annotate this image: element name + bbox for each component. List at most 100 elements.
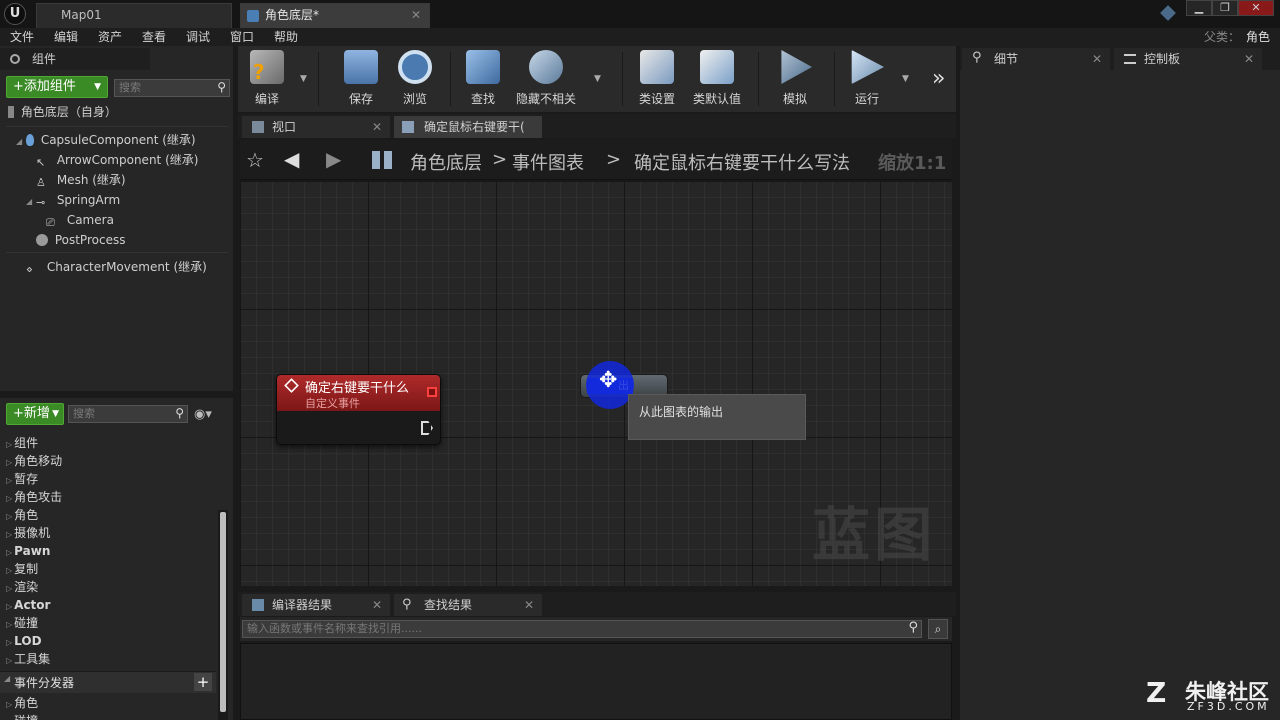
exec-output-pin-icon[interactable] (421, 421, 433, 435)
play-options-chevron-icon[interactable]: ▼ (902, 74, 909, 84)
menu-view[interactable]: 查看 (142, 28, 166, 46)
menu-asset[interactable]: 资产 (98, 28, 122, 46)
components-search-input[interactable]: 搜索 ⚲ (114, 79, 230, 97)
save-button[interactable]: 保存 (334, 50, 388, 110)
hide-unrelated-button[interactable]: 隐藏不相关 (514, 50, 578, 110)
category-item[interactable]: ▷ 角色 (6, 506, 38, 524)
category-item[interactable]: ▷ 复制 (6, 560, 38, 578)
add-new-button[interactable]: +新增 ▼ (6, 403, 64, 425)
tree-item-springarm[interactable]: ◢ ⊸ SpringArm (26, 190, 120, 210)
menu-debug[interactable]: 调试 (186, 28, 210, 46)
breadcrumb-separator: > (606, 149, 622, 170)
menu-window[interactable]: 窗口 (230, 28, 254, 46)
tab-map01[interactable]: Map01 (36, 3, 232, 28)
expand-arrow-icon: ▷ (6, 512, 13, 521)
notification-icon[interactable] (1160, 5, 1176, 21)
expand-arrow-icon: ▷ (6, 440, 13, 449)
category-item[interactable]: ▷ 角色攻击 (6, 488, 62, 506)
tree-item-capsule[interactable]: ◢ CapsuleComponent (继承) (16, 130, 196, 150)
menu-file[interactable]: 文件 (10, 28, 34, 46)
graph-canvas[interactable]: 蓝图 确定右键要干什么 自定义事件 出 ✥ 从此图表的输出 (240, 181, 952, 586)
hide-unrelated-chevron-icon[interactable]: ▼ (594, 74, 601, 84)
compile-button[interactable]: ? 编译 (240, 50, 294, 110)
class-defaults-icon (700, 50, 734, 84)
play-button[interactable]: 运行 (840, 50, 894, 110)
tree-item-charmovement[interactable]: ⋄ CharacterMovement (继承) (26, 257, 207, 277)
find-in-all-blueprints-binoculars-icon[interactable]: ⌕ (928, 619, 948, 639)
close-icon[interactable]: ✕ (411, 4, 421, 27)
category-item[interactable]: ▷ 角色移动 (6, 452, 62, 470)
component-root[interactable]: 角色底层（自身） (8, 102, 117, 122)
simulate-button[interactable]: 模拟 (768, 50, 822, 110)
breadcrumb-blueprint[interactable]: 角色底层 (410, 149, 482, 175)
find-results-icon: ⚲ (402, 597, 412, 612)
close-icon[interactable]: ✕ (1092, 48, 1102, 70)
add-dispatcher-plus-icon[interactable]: + (194, 673, 212, 691)
minimize-button[interactable]: ▁ (1186, 0, 1212, 16)
category-item[interactable]: ▷ LOD (6, 632, 42, 650)
category-item[interactable]: ▷ Actor (6, 596, 50, 614)
category-item[interactable]: ▷ 暂存 (6, 470, 38, 488)
compile-options-chevron-icon[interactable]: ▼ (300, 74, 307, 84)
tree-item-arrow[interactable]: ↖ ArrowComponent (继承) (36, 150, 198, 170)
dispatcher-item[interactable]: ▷碰撞 (6, 712, 38, 720)
maximize-button[interactable]: ❐ (1212, 0, 1238, 16)
breadcrumb-event-graph[interactable]: 事件图表 (512, 149, 584, 175)
components-tab[interactable]: 组件 (0, 48, 150, 70)
category-item[interactable]: ▷ 渲染 (6, 578, 38, 596)
visibility-eye-icon[interactable]: ◉▾ (194, 407, 212, 422)
scrollbar-thumb[interactable] (220, 512, 226, 712)
category-item[interactable]: ▷ 碰撞 (6, 614, 38, 632)
toolbar-divider (622, 52, 623, 106)
expand-arrow-icon: ▷ (6, 620, 13, 629)
tree-item-postprocess[interactable]: PostProcess (36, 230, 125, 250)
category-label: 组件 (14, 436, 39, 450)
find-references-input[interactable]: 输入函数或事件名称来查找引用...... ⚲ (242, 620, 922, 638)
category-item[interactable]: ▷ Pawn (6, 542, 50, 560)
parent-class-value[interactable]: 角色 (1246, 28, 1270, 46)
class-settings-label: 类设置 (638, 92, 675, 106)
close-icon[interactable]: ✕ (1244, 48, 1254, 70)
category-item[interactable]: ▷ 组件 (6, 434, 38, 452)
menu-help[interactable]: 帮助 (274, 28, 298, 46)
event-dispatchers-header[interactable]: ◢ 事件分发器 + (0, 671, 216, 693)
node-header[interactable]: 确定右键要干什么 自定义事件 (277, 375, 440, 411)
more-tools-icon[interactable]: » (932, 66, 945, 91)
find-button[interactable]: 查找 (456, 50, 510, 110)
close-icon[interactable]: ✕ (372, 116, 382, 138)
tab-event-graph[interactable]: 确定鼠标右键要干( (394, 116, 542, 138)
tree-item-camera[interactable]: ⎚ Camera (46, 210, 114, 230)
find-results-list (240, 643, 952, 720)
tab-viewport[interactable]: 视口 ✕ (242, 116, 390, 138)
class-defaults-label: 类默认值 (692, 92, 741, 106)
forward-arrow-icon[interactable]: ▶ (326, 147, 341, 171)
divider (6, 252, 228, 253)
expand-arrow-icon: ▷ (6, 584, 13, 593)
add-component-button[interactable]: +添加组件 ▼ (6, 76, 108, 98)
scrollbar[interactable] (218, 510, 228, 720)
delegate-pin-icon[interactable] (427, 387, 437, 397)
custom-event-node[interactable]: 确定右键要干什么 自定义事件 (276, 374, 441, 445)
dispatcher-item[interactable]: ▷ 角色 (6, 694, 38, 712)
category-item[interactable]: ▷ 工具集 (6, 650, 50, 668)
class-defaults-button[interactable]: 类默认值 (690, 50, 744, 110)
tab-character-base[interactable]: 角色底层* ✕ (240, 3, 430, 28)
menu-edit[interactable]: 编辑 (54, 28, 78, 46)
tab-compiler-results[interactable]: 编译器结果 ✕ (242, 594, 390, 616)
category-item[interactable]: ▷ 摄像机 (6, 524, 50, 542)
back-arrow-icon[interactable]: ◀ (284, 147, 299, 171)
close-icon[interactable]: ✕ (524, 594, 534, 616)
close-window-button[interactable]: ✕ (1238, 0, 1274, 16)
close-icon[interactable]: ✕ (372, 594, 382, 616)
tree-item-mesh[interactable]: ♙ Mesh (继承) (36, 170, 126, 190)
tab-label: Map01 (61, 8, 102, 22)
tab-palette[interactable]: 控制板 ✕ (1114, 48, 1262, 70)
tree-item-label: PostProcess (54, 233, 126, 247)
tab-details[interactable]: ⚲ 细节 ✕ (962, 48, 1110, 70)
favorite-star-icon[interactable]: ☆ (246, 148, 264, 172)
tab-find-results[interactable]: ⚲ 查找结果 ✕ (394, 594, 542, 616)
browse-button[interactable]: 浏览 (388, 50, 442, 110)
my-blueprint-search-input[interactable]: 搜索 ⚲ (68, 405, 188, 423)
class-settings-button[interactable]: 类设置 (630, 50, 684, 110)
tab-label: 查找结果 (424, 598, 473, 612)
